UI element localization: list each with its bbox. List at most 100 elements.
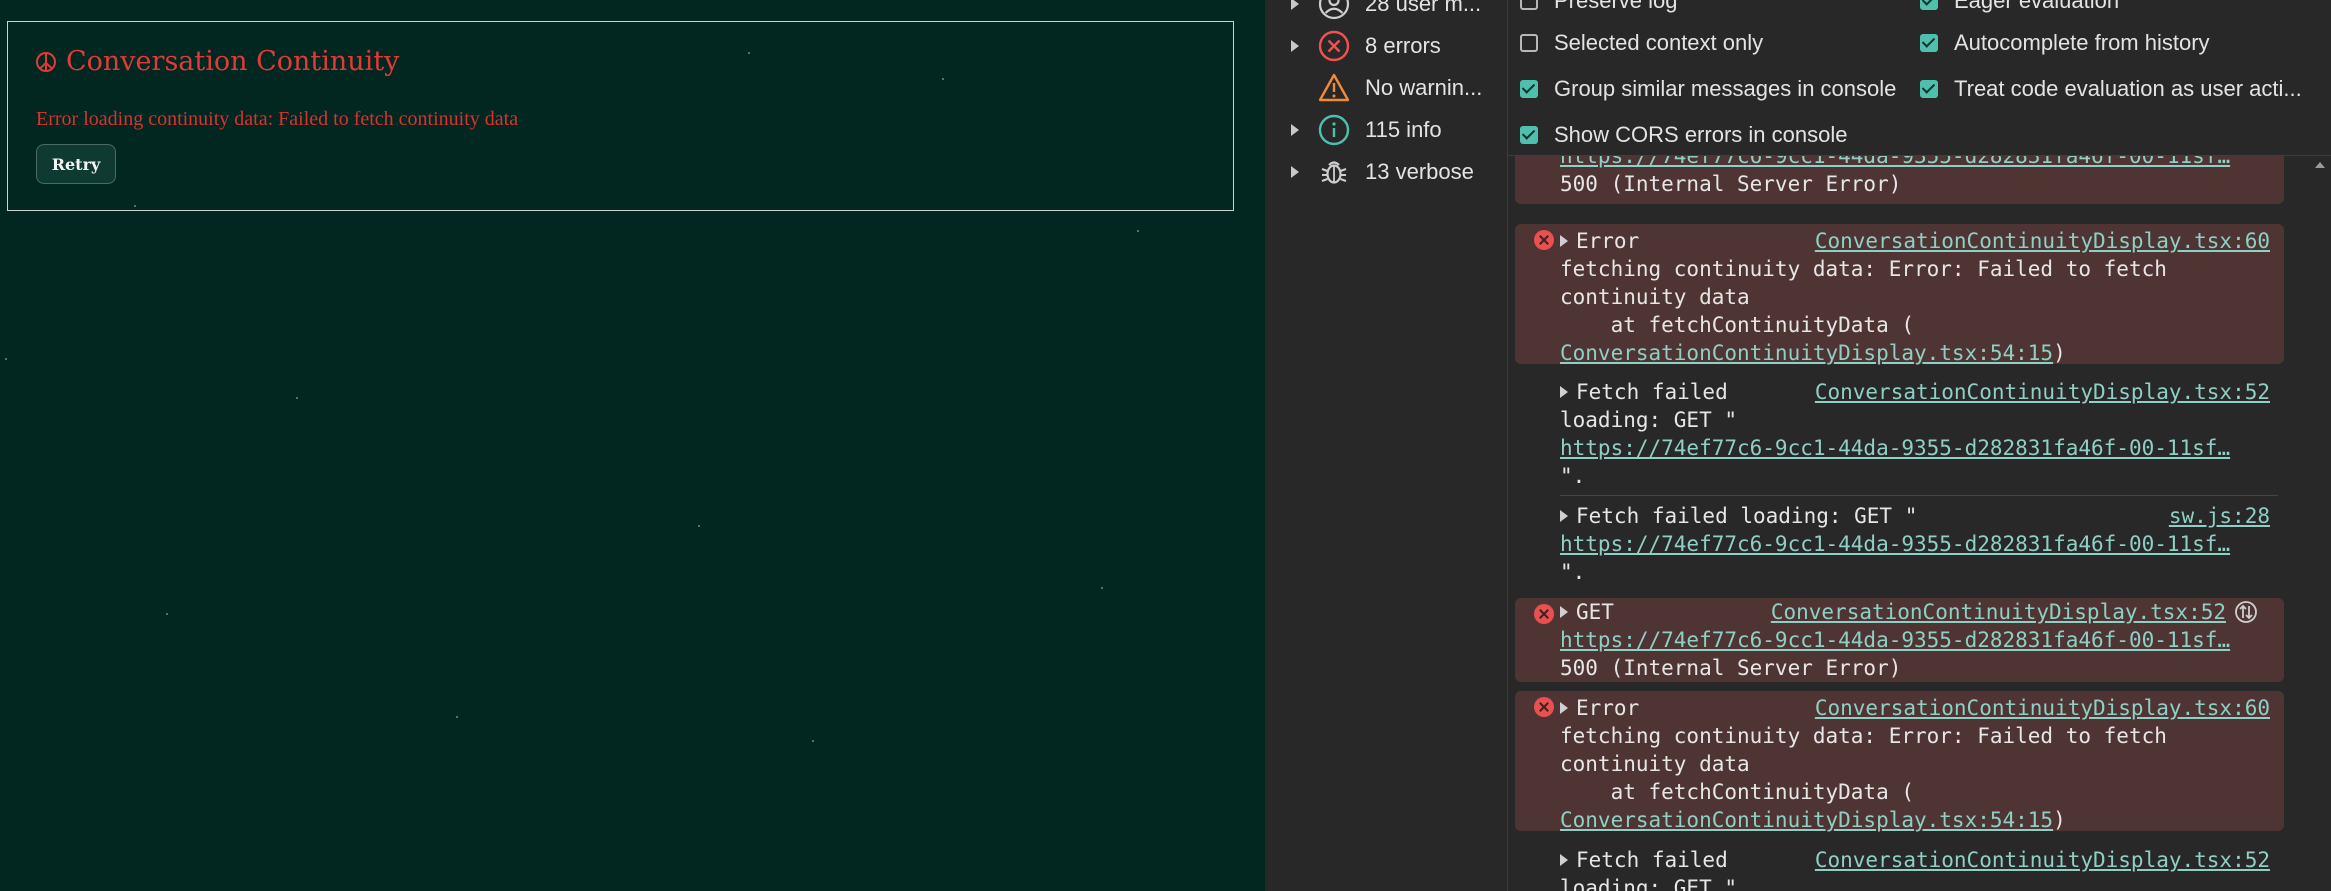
console-text: Fetch failed [1576,380,1728,404]
retry-button[interactable]: Retry [36,144,116,184]
error-message: Error loading continuity data: Failed to… [36,108,519,130]
panel-title: Conversation Continuity [35,46,399,77]
option-label: Group similar messages in console [1554,76,1897,101]
console-info-message[interactable]: Fetch failed loading: GET " sw.js:28 http… [1515,502,2284,586]
user-icon [1318,0,1350,20]
background-star [1137,230,1139,232]
option-group-similar[interactable]: Group similar messages in console [1520,72,1896,106]
request-url-link[interactable]: https://74ef77c6-9cc1-44da-9355-d282831f… [1560,436,2230,460]
option-treat-code-evaluation[interactable]: Treat code evaluation as user acti... [1920,72,2302,106]
option-show-cors[interactable]: Show CORS errors in console [1520,118,1847,152]
sidebar-item-verbose[interactable]: 13 verbose [1265,152,1507,192]
console-text: Error [1576,229,1640,253]
expand-triangle-icon[interactable] [1291,40,1299,52]
console-messages: https://74ef77c6-9cc1-44da-9355-d282831f… [1508,156,2331,891]
expand-triangle-icon[interactable] [1291,0,1299,10]
expand-triangle-icon[interactable] [1560,235,1568,247]
console-text: 500 (Internal Server Error) [1560,656,1902,680]
console-main: Preserve log Eager evaluation Selected c… [1508,0,2331,891]
sidebar-item-user-messages[interactable]: 28 user m... [1265,0,1507,24]
sidebar-item-label: 13 verbose [1365,159,1474,184]
console-text: ) [2053,808,2066,832]
console-text: Fetch failed [1576,848,1728,872]
request-url-link[interactable]: https://74ef77c6-9cc1-44da-9355-d282831f… [1560,156,2230,168]
option-label: Treat code evaluation as user acti... [1954,76,2302,101]
console-text: loading: GET " [1560,876,1738,891]
warning-triangle-icon [1318,73,1350,102]
request-url-link[interactable]: https://74ef77c6-9cc1-44da-9355-d282831f… [1560,532,2230,556]
option-label: Preserve log [1554,0,1678,13]
option-preserve-log[interactable]: Preserve log [1520,0,1678,18]
console-sidebar: 28 user m... 8 errors No warnin... 115 i… [1265,0,1508,891]
expand-triangle-icon[interactable] [1291,124,1299,136]
divider [1560,495,2278,496]
expand-triangle-icon[interactable] [1560,702,1568,714]
console-text: ) [2053,341,2066,365]
console-text: ". [1560,464,1586,488]
checkbox[interactable] [1920,0,1938,10]
sidebar-item-label: No warnin... [1365,75,1483,100]
console-scrollbar[interactable] [2309,156,2331,891]
sidebar-item-label: 28 user m... [1365,0,1482,16]
console-text: 500 (Internal Server Error) [1560,172,1902,196]
source-link[interactable]: sw.js:28 [2169,502,2270,530]
source-link[interactable]: ConversationContinuityDisplay.tsx:52 [1771,598,2226,626]
error-icon [1534,604,1554,624]
option-label: Eager evaluation [1954,0,2120,13]
app-viewport: Conversation Continuity Error loading co… [0,0,1265,891]
expand-triangle-icon[interactable] [1560,854,1568,866]
console-text: continuity data [1560,285,1750,309]
option-label: Selected context only [1554,30,1764,55]
sidebar-item-info[interactable]: 115 info [1265,110,1507,150]
source-link[interactable]: ConversationContinuityDisplay.tsx:60 [1815,227,2270,255]
console-error-message[interactable]: https://74ef77c6-9cc1-44da-9355-d282831f… [1515,156,2284,204]
option-autocomplete-history[interactable]: Autocomplete from history [1920,26,2210,60]
sidebar-item-label: 8 errors [1365,33,1441,58]
console-error-message[interactable]: Error ConversationContinuityDisplay.tsx:6… [1515,691,2284,832]
console-error-message[interactable]: Error ConversationContinuityDisplay.tsx:6… [1515,224,2284,365]
console-text: GET [1576,600,1614,624]
console-text: fetching continuity data: Error: Failed … [1560,257,2167,281]
error-icon [1534,697,1554,717]
expand-triangle-icon[interactable] [1560,510,1568,522]
checkbox[interactable] [1520,0,1538,10]
expand-triangle-icon[interactable] [1560,386,1568,398]
console-text: at fetchContinuityData ( [1560,313,1915,337]
checkbox[interactable] [1520,34,1538,52]
scroll-up-icon[interactable] [2315,162,2325,168]
expand-triangle-icon[interactable] [1560,606,1568,618]
stack-trace-link[interactable]: ConversationContinuityDisplay.tsx:54:15 [1560,808,2053,832]
sidebar-item-label: 115 info [1365,117,1442,142]
checkbox[interactable] [1920,34,1938,52]
sidebar-item-warnings[interactable]: No warnin... [1265,68,1507,108]
option-label: Show CORS errors in console [1554,122,1848,147]
checkbox[interactable] [1920,80,1938,98]
continuity-panel: Conversation Continuity Error loading co… [7,21,1234,211]
source-link[interactable]: ConversationContinuityDisplay.tsx:52 [1815,378,2270,406]
option-label: Autocomplete from history [1954,30,2210,55]
devtools-console-panel: 28 user m... 8 errors No warnin... 115 i… [1265,0,2331,891]
peace-icon [36,51,56,72]
console-text: loading: GET " [1560,408,1738,432]
console-text: fetching continuity data: Error: Failed … [1560,724,2167,748]
bug-icon [1321,161,1347,184]
error-icon [1534,230,1554,250]
background-star [296,397,298,399]
console-info-message[interactable]: Fetch failed ConversationContinuityDispla… [1515,846,2284,891]
background-star [166,613,168,615]
checkbox[interactable] [1520,80,1538,98]
option-selected-context-only[interactable]: Selected context only [1520,26,1763,60]
option-eager-evaluation[interactable]: Eager evaluation [1920,0,2119,18]
checkbox[interactable] [1520,126,1538,144]
request-url-link[interactable]: https://74ef77c6-9cc1-44da-9355-d282831f… [1560,628,2230,652]
background-star [456,716,458,718]
source-link[interactable]: ConversationContinuityDisplay.tsx:52 [1815,846,2270,874]
background-star [812,740,814,742]
stack-trace-link[interactable]: ConversationContinuityDisplay.tsx:54:15 [1560,341,2053,365]
network-request-icon[interactable] [2234,600,2258,624]
source-link[interactable]: ConversationContinuityDisplay.tsx:60 [1815,694,2270,722]
console-error-message[interactable]: GET ConversationContinuityDisplay.tsx:52 … [1515,598,2284,682]
expand-triangle-icon[interactable] [1291,166,1299,178]
console-info-message[interactable]: Fetch failed ConversationContinuityDispla… [1515,378,2284,490]
sidebar-item-errors[interactable]: 8 errors [1265,26,1507,66]
